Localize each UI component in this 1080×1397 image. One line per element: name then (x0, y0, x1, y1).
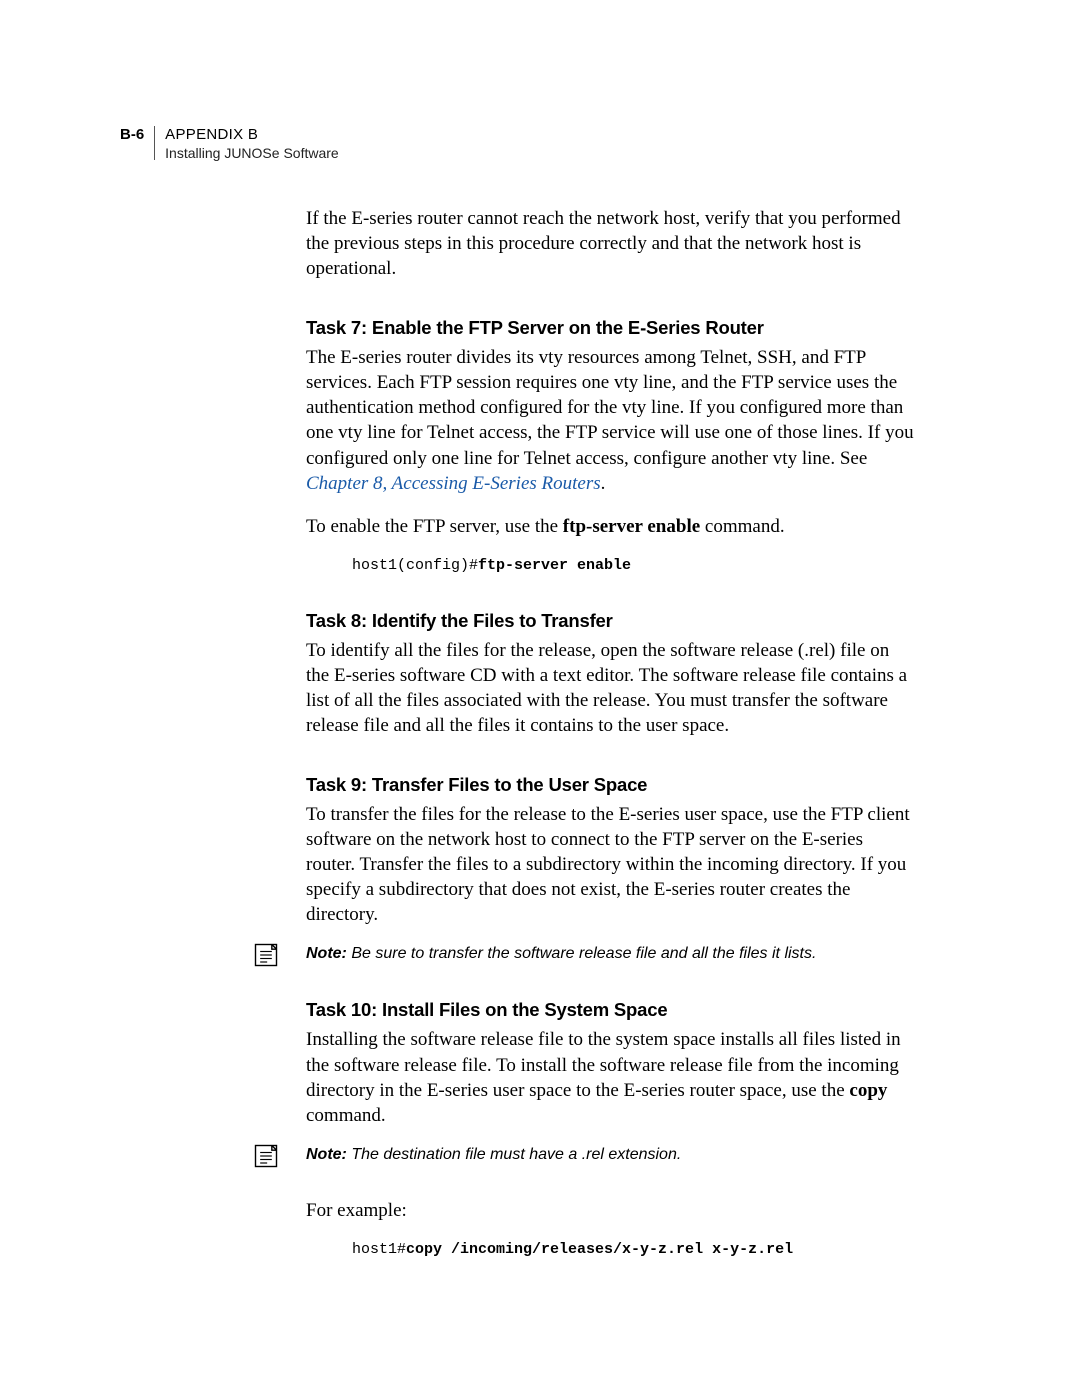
task10-paragraph2: For example: (306, 1198, 916, 1223)
note-text: Note: The destination file must have a .… (306, 1146, 681, 1163)
task10-text-b: command. (306, 1105, 386, 1126)
intro-paragraph: If the E-series router cannot reach the … (306, 206, 916, 281)
task7-paragraph1: The E-series router divides its vty reso… (306, 345, 916, 495)
task7-text-2b: command. (700, 516, 784, 537)
note-icon (252, 1142, 280, 1170)
task7-cmd-inline: ftp-server enable (563, 516, 700, 537)
page-header: B-6 APPENDIX B Installing JUNOSe Softwar… (120, 126, 339, 161)
task8-paragraph: To identify all the files for the releas… (306, 638, 916, 738)
task10-heading: Task 10: Install Files on the System Spa… (306, 999, 916, 1021)
task7-text-a: The E-series router divides its vty reso… (306, 347, 914, 468)
task7-text-2a: To enable the FTP server, use the (306, 516, 563, 537)
task7-heading: Task 7: Enable the FTP Server on the E-S… (306, 317, 916, 339)
task10-note: Note: The destination file must have a .… (306, 1146, 916, 1164)
code-prompt: host1(config)# (352, 557, 478, 574)
note-icon (252, 941, 280, 969)
task9-heading: Task 9: Transfer Files to the User Space (306, 774, 916, 796)
task10-paragraph1: Installing the software release file to … (306, 1027, 916, 1127)
code-command: ftp-server enable (478, 557, 631, 574)
appendix-subtitle: Installing JUNOSe Software (165, 145, 339, 161)
note-text: Note: Be sure to transfer the software r… (306, 945, 816, 962)
code-prompt: host1# (352, 1241, 406, 1258)
content-column: If the E-series router cannot reach the … (306, 206, 916, 1258)
appendix-label: APPENDIX B (165, 126, 339, 143)
task7-paragraph2: To enable the FTP server, use the ftp-se… (306, 514, 916, 539)
note-label: Note: (306, 945, 347, 962)
note-label: Note: (306, 1146, 347, 1163)
task7-text-b: . (601, 473, 606, 494)
header-text-block: APPENDIX B Installing JUNOSe Software (165, 126, 339, 161)
task9-note: Note: Be sure to transfer the software r… (306, 945, 916, 963)
chapter8-link[interactable]: Chapter 8, Accessing E-Series Routers (306, 473, 601, 494)
note-body: The destination file must have a .rel ex… (347, 1146, 681, 1163)
task10-cmd-inline: copy (849, 1080, 887, 1101)
task9-paragraph: To transfer the files for the release to… (306, 802, 916, 927)
task8-heading: Task 8: Identify the Files to Transfer (306, 610, 916, 632)
page: B-6 APPENDIX B Installing JUNOSe Softwar… (0, 0, 1080, 1397)
page-number: B-6 (120, 126, 154, 143)
task10-code: host1#copy /incoming/releases/x-y-z.rel … (352, 1241, 916, 1258)
code-command: copy /incoming/releases/x-y-z.rel x-y-z.… (406, 1241, 793, 1258)
header-divider (154, 126, 155, 160)
task7-code: host1(config)#ftp-server enable (352, 557, 916, 574)
note-body: Be sure to transfer the software release… (347, 945, 817, 962)
task10-text-a: Installing the software release file to … (306, 1029, 901, 1100)
